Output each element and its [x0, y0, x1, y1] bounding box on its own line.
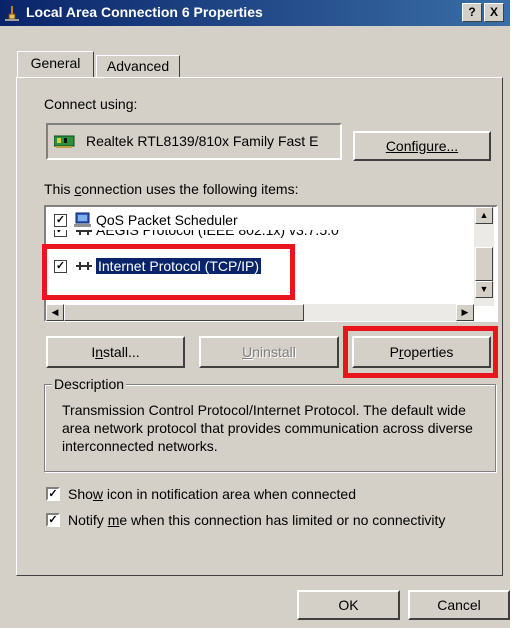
properties-pre: P — [389, 344, 399, 360]
item-label: QoS Packet Scheduler — [96, 212, 238, 228]
show-icon-checkbox[interactable]: ✓ — [46, 487, 60, 501]
properties-button[interactable]: Properties — [352, 336, 491, 368]
configure-button[interactable]: Configure... — [353, 131, 491, 161]
notify-hotkey: m — [107, 512, 120, 528]
items-label-post: onnection uses the following items: — [81, 181, 299, 197]
connect-using-label: Connect using: — [44, 96, 138, 112]
item-checkbox[interactable]: ✓ — [54, 230, 67, 237]
install-hotkey: n — [95, 344, 104, 360]
notify-label: Notify me when this connection has limit… — [68, 512, 445, 528]
network-connection-icon — [5, 6, 19, 21]
adapter-field: Realtek RTL8139/810x Family Fast E — [46, 123, 342, 160]
scroll-up-icon[interactable]: ▲ — [475, 207, 493, 224]
network-card-icon — [54, 135, 75, 148]
scroll-down-icon[interactable]: ▼ — [475, 281, 493, 298]
install-post: stall... — [103, 344, 140, 360]
properties-post: operties — [403, 344, 454, 360]
list-item[interactable]: ✓ AEGIS Protocol (IEEE 802.1x) v3.7.5.0 — [50, 230, 480, 242]
items-label: This connection uses the following items… — [44, 181, 298, 197]
show-icon-post: icon in notification area when connected — [103, 486, 356, 502]
item-label: AEGIS Protocol (IEEE 802.1x) v3.7.5.0 — [96, 230, 339, 238]
uninstall-post: ninstall — [252, 344, 296, 360]
scroll-left-icon[interactable]: ◀ — [46, 304, 64, 321]
item-checkbox[interactable]: ✓ — [54, 214, 67, 227]
show-icon-label: Show icon in notification area when conn… — [68, 486, 356, 502]
uninstall-button[interactable]: Uninstall — [199, 336, 339, 368]
show-icon-pre: Sho — [68, 486, 93, 502]
tab-general[interactable]: General — [17, 51, 94, 77]
scroll-right-icon[interactable]: ▶ — [456, 304, 474, 321]
notify-pre: Notify — [68, 512, 108, 528]
description-legend: Description — [52, 376, 127, 392]
title-bar[interactable]: Local Area Connection 6 Properties ? X — [0, 0, 510, 26]
show-icon-hotkey: w — [92, 486, 104, 502]
horizontal-scroll-thumb[interactable] — [64, 304, 304, 321]
install-button[interactable]: Install... — [46, 336, 185, 368]
cancel-button[interactable]: Cancel — [408, 590, 510, 620]
protocol-icon — [76, 262, 92, 270]
list-item[interactable]: ✓ QoS Packet Scheduler — [50, 211, 480, 231]
list-item-selected[interactable]: ✓ Internet Protocol (TCP/IP) — [50, 257, 480, 277]
properties-dialog: Local Area Connection 6 Properties ? X G… — [0, 0, 510, 628]
vertical-scrollbar[interactable]: ▲ ▼ — [474, 207, 494, 306]
items-label-pre: This — [44, 181, 75, 197]
item-checkbox[interactable]: ✓ — [54, 260, 67, 273]
ok-button[interactable]: OK — [297, 590, 400, 620]
qos-scheduler-icon — [74, 212, 91, 227]
uninstall-hotkey: U — [242, 344, 253, 360]
horizontal-scrollbar[interactable]: ◀ ▶ — [46, 304, 474, 321]
notify-post: e when this connection has limited or no… — [119, 512, 446, 528]
notify-checkbox[interactable]: ✓ — [46, 513, 60, 527]
adapter-name: Realtek RTL8139/810x Family Fast E — [86, 133, 319, 149]
close-button[interactable]: X — [484, 3, 504, 22]
tab-advanced[interactable]: Advanced — [96, 55, 180, 77]
description-text: Transmission Control Protocol/Internet P… — [62, 402, 473, 454]
configure-hotkey: Configure... — [385, 138, 459, 154]
help-button[interactable]: ? — [462, 3, 482, 22]
protocol-icon — [76, 230, 92, 235]
item-label: Internet Protocol (TCP/IP) — [94, 257, 263, 275]
window-title: Local Area Connection 6 Properties — [26, 4, 263, 20]
vertical-scroll-thumb[interactable] — [475, 247, 493, 281]
